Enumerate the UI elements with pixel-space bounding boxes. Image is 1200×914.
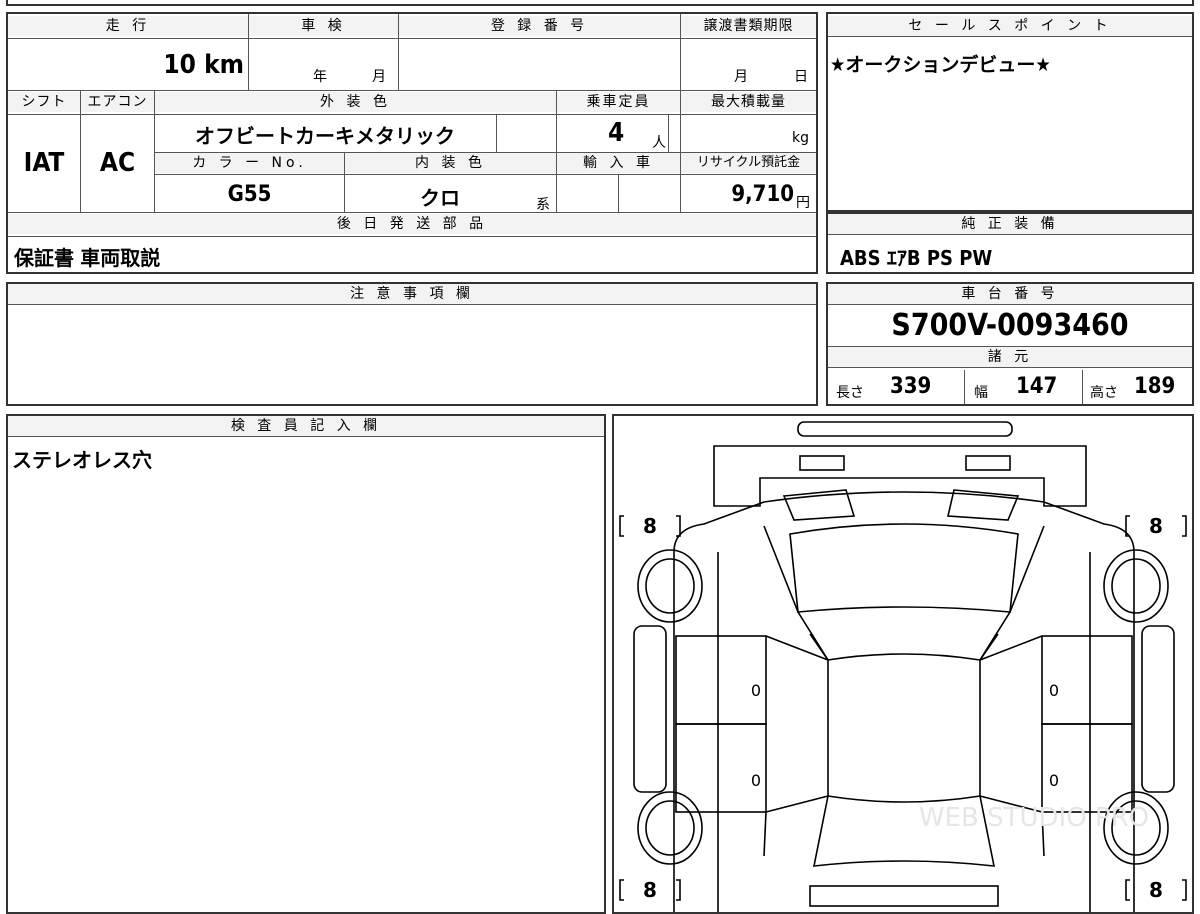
length-value: 339 (890, 374, 932, 399)
genuine-equipment-label: 純 正 装 備 (828, 214, 1192, 235)
width-label: 幅 (974, 385, 988, 401)
inspector-box: 検 査 員 記 入 欄 ステレオレス穴 (6, 414, 606, 914)
interior-color-value: クロ (420, 186, 460, 210)
notes-box: 注 意 事 項 欄 (6, 282, 818, 406)
max-load-unit: kg (792, 130, 809, 146)
chassis-value: S700V-0093460 (891, 308, 1129, 343)
vehicle-diagram-box: 8 8 8 8 0 0 0 0 WEB STUDIO PRO (612, 414, 1194, 914)
inspector-label: 検 査 員 記 入 欄 (8, 416, 604, 437)
exterior-color-value: オフビートカーキメタリック (195, 124, 455, 148)
max-load-label: 最大積載量 (681, 92, 816, 112)
top-cutoff-row (6, 0, 1194, 6)
exterior-color-label: 外 装 色 (155, 92, 556, 112)
notes-label: 注 意 事 項 欄 (8, 284, 816, 305)
width-value: 147 (1016, 374, 1058, 399)
deadline-day: 日 (794, 69, 808, 85)
deadline-month: 月 (734, 69, 748, 85)
recycle-label: リサイクル預託金 (681, 153, 816, 173)
tire-tread-front-right: 8 (1149, 514, 1163, 538)
recycle-unit: 円 (796, 195, 810, 211)
tire-tread-front-left: 8 (643, 514, 657, 538)
watermark: WEB STUDIO PRO (919, 803, 1149, 833)
shift-value: IAT (23, 148, 65, 178)
capacity-label: 乗車定員 (557, 92, 680, 112)
chassis-box: 車 台 番 号 S700V-0093460 諸 元 長さ 339 幅 147 高… (826, 282, 1194, 406)
inspection-month: 月 (372, 69, 386, 85)
genuine-equipment-value: ABS ｴｱB PS PW (840, 246, 993, 270)
mileage-label: 走 行 (8, 16, 248, 36)
registration-label: 登 録 番 号 (399, 16, 680, 36)
capacity-unit: 人 (652, 135, 666, 151)
height-value: 189 (1134, 374, 1176, 399)
chassis-label: 車 台 番 号 (828, 284, 1192, 305)
interior-color-label: 内 装 色 (345, 153, 556, 173)
door-mark-rear-right: 0 (1049, 771, 1059, 790)
interior-color-suffix: 系 (536, 197, 550, 213)
recycle-value: 9,710 (731, 182, 794, 207)
sales-points-value: ★オークションデビュー★ (830, 54, 1051, 76)
ac-value: AC (99, 148, 136, 178)
deadline-label: 譲渡書類期限 (681, 16, 816, 36)
color-no-value: G55 (227, 182, 272, 207)
ac-label: エアコン (81, 92, 154, 112)
tire-tread-rear-left: 8 (643, 878, 657, 902)
shift-label: シフト (8, 92, 80, 112)
inspection-label: 車 検 (249, 16, 398, 36)
import-label: 輸 入 車 (557, 153, 680, 173)
vehicle-damage-diagram: 8 8 8 8 0 0 0 0 WEB STUDIO PRO (619, 421, 1187, 912)
color-no-label: カ ラ ー No. (155, 153, 344, 173)
sales-points-box: セ ー ル ス ポ イ ン ト ★オークションデビュー★ (826, 12, 1194, 212)
tire-tread-rear-right: 8 (1149, 878, 1163, 902)
specs-label: 諸 元 (828, 347, 1192, 368)
door-mark-rear-left: 0 (751, 771, 761, 790)
mileage-value: 10 km (163, 50, 244, 80)
genuine-equipment-box: 純 正 装 備 ABS ｴｱB PS PW (826, 212, 1194, 274)
later-parts-value: 保証書 車両取説 (14, 246, 161, 270)
vehicle-info-table: 走 行 車 検 登 録 番 号 譲渡書類期限 10 km 年 月 月 日 シフト… (6, 12, 818, 274)
height-label: 高さ (1090, 385, 1118, 401)
capacity-value: 4 (608, 118, 625, 148)
inspector-value: ステレオレス穴 (12, 448, 152, 472)
door-mark-front-left: 0 (751, 681, 761, 700)
length-label: 長さ (836, 385, 864, 401)
later-parts-label: 後 日 発 送 部 品 (8, 214, 816, 234)
inspection-year: 年 (313, 69, 327, 85)
sales-points-label: セ ー ル ス ポ イ ン ト (828, 16, 1192, 37)
door-mark-front-right: 0 (1049, 681, 1059, 700)
